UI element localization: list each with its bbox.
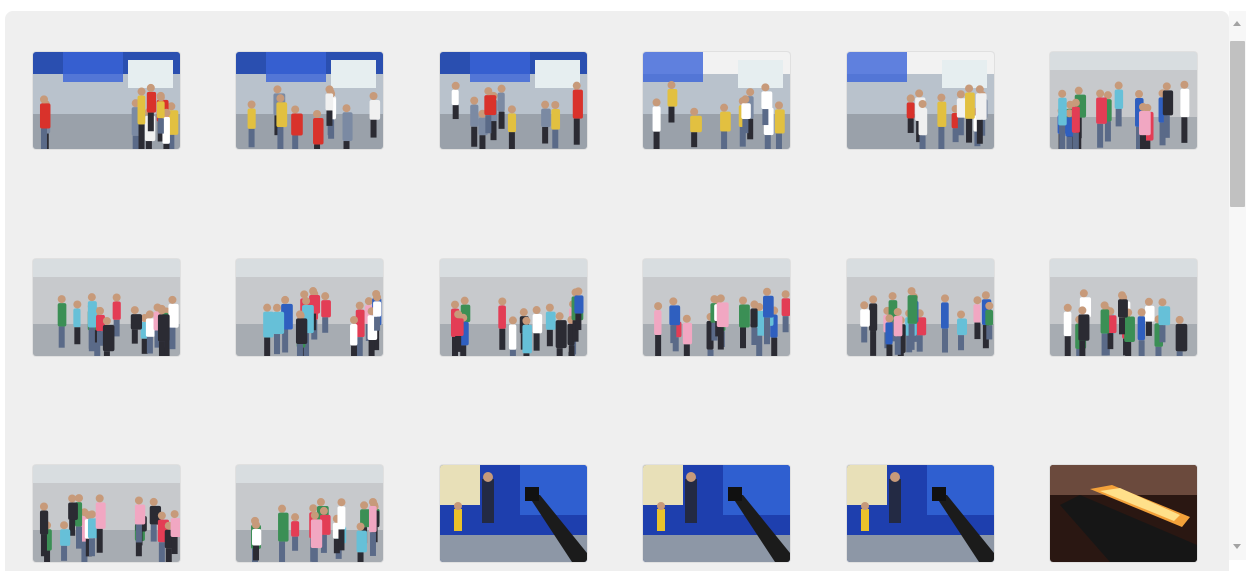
photo-thumbnail[interactable] — [33, 465, 180, 562]
photo-thumbnail[interactable] — [1050, 465, 1197, 562]
photo-thumbnail[interactable] — [847, 465, 994, 562]
photo-thumbnail[interactable] — [643, 259, 790, 356]
photo-thumbnail[interactable] — [440, 259, 587, 356]
scroll-up-arrow-icon[interactable] — [1233, 21, 1241, 26]
photo-thumbnail[interactable] — [440, 465, 587, 562]
photo-gallery — [5, 11, 1229, 571]
photo-thumbnail[interactable] — [643, 52, 790, 149]
photo-thumbnail[interactable] — [1050, 52, 1197, 149]
photo-thumbnail[interactable] — [1050, 259, 1197, 356]
photo-thumbnail[interactable] — [847, 259, 994, 356]
photo-thumbnail[interactable] — [33, 52, 180, 149]
vertical-scrollbar[interactable] — [1229, 11, 1246, 560]
photo-thumbnail[interactable] — [440, 52, 587, 149]
photo-thumbnail[interactable] — [847, 52, 994, 149]
scroll-down-arrow-icon[interactable] — [1233, 544, 1241, 549]
photo-thumbnail[interactable] — [33, 259, 180, 356]
scrollbar-thumb[interactable] — [1230, 41, 1245, 207]
photo-thumbnail[interactable] — [236, 259, 383, 356]
photo-thumbnail[interactable] — [236, 52, 383, 149]
photo-thumbnail[interactable] — [236, 465, 383, 562]
photo-thumbnail[interactable] — [643, 465, 790, 562]
